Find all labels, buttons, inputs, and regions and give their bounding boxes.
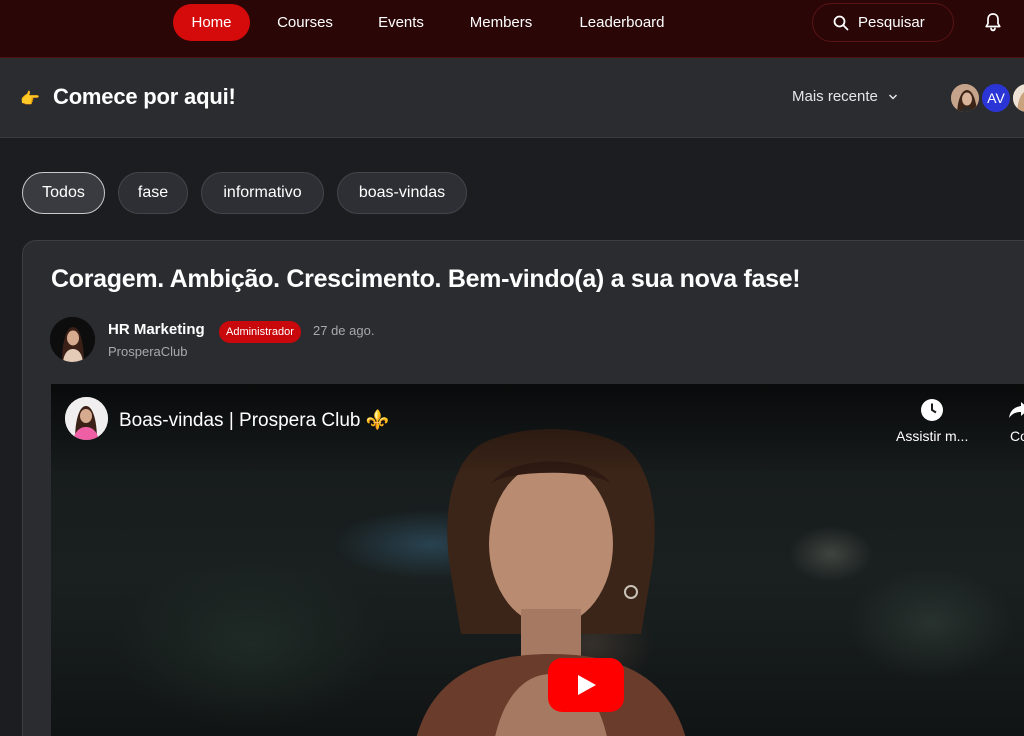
share-button[interactable]: Co [1007, 398, 1024, 444]
video-player[interactable]: Boas-vindas | Prospera Club ⚜️ Assistir … [51, 384, 1024, 736]
space-header: 👉 Comece por aqui! Mais recente AV [0, 58, 1024, 138]
nav-home[interactable]: Home [173, 4, 250, 41]
author-avatar[interactable] [50, 317, 95, 362]
member-avatar[interactable] [949, 82, 981, 114]
author-community: ProsperaClub [108, 344, 188, 359]
nav-courses[interactable]: Courses [266, 4, 344, 41]
post-date: 27 de ago. [313, 323, 375, 338]
share-icon [1009, 402, 1024, 418]
post-card: Coragem. Ambição. Crescimento. Bem-vindo… [22, 240, 1024, 736]
clock-icon [921, 399, 944, 421]
page-title: Comece por aqui! [53, 84, 236, 109]
pointing-hand-icon: 👉 [20, 91, 40, 108]
video-title[interactable]: Boas-vindas | Prospera Club ⚜️ [119, 408, 389, 432]
filter-chip-informativo[interactable]: informativo [201, 172, 324, 214]
role-badge: Administrador [219, 321, 301, 343]
channel-photo [65, 397, 108, 440]
search-icon [833, 15, 849, 30]
member-avatar-initials[interactable]: AV [980, 82, 1012, 114]
member-avatar[interactable] [1011, 82, 1024, 114]
sort-dropdown[interactable]: Mais recente [792, 88, 898, 105]
nav-leaderboard[interactable]: Leaderboard [568, 4, 676, 41]
share-label: Co [1010, 428, 1024, 444]
filter-chip-fase[interactable]: fase [118, 172, 188, 214]
top-navigation: Home Courses Events Members Leaderboard … [0, 0, 1024, 58]
channel-avatar[interactable] [65, 397, 108, 440]
author-name[interactable]: HR Marketing [108, 321, 205, 338]
play-button[interactable] [548, 658, 624, 712]
member-photo [951, 84, 979, 112]
search-label: Pesquisar [858, 14, 925, 31]
member-photo [1013, 84, 1024, 112]
watch-later-button[interactable]: Assistir m... [896, 398, 968, 444]
chevron-down-icon [888, 93, 897, 100]
search-button[interactable]: Pesquisar [812, 3, 954, 42]
post-title[interactable]: Coragem. Ambição. Crescimento. Bem-vindo… [51, 265, 801, 294]
watch-later-label: Assistir m... [896, 428, 969, 444]
bell-icon[interactable] [982, 11, 1004, 33]
sort-label: Mais recente [792, 88, 878, 105]
author-photo [50, 317, 95, 362]
play-icon [578, 675, 596, 695]
filter-chip-todos[interactable]: Todos [22, 172, 105, 214]
filter-chip-boas-vindas[interactable]: boas-vindas [337, 172, 467, 214]
nav-members[interactable]: Members [458, 4, 544, 41]
nav-events[interactable]: Events [368, 4, 434, 41]
